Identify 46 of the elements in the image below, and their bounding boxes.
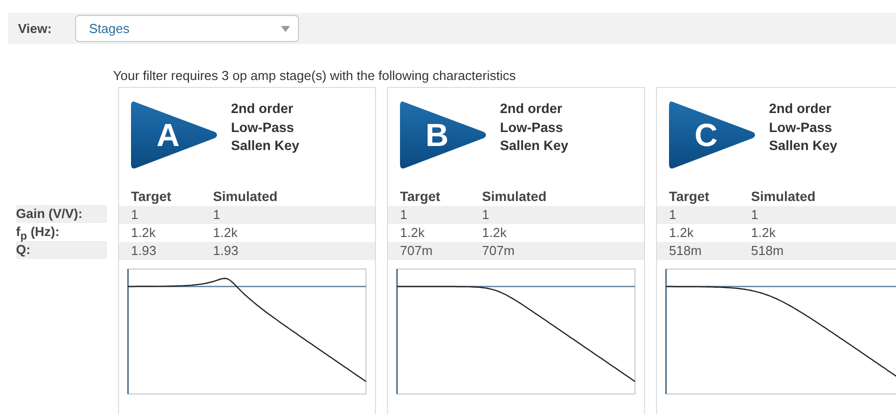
column-header: Target xyxy=(669,188,710,206)
table-cell-text: 1 xyxy=(669,206,678,224)
amplifier-icon xyxy=(131,100,219,170)
table-cell-text: 1.2k xyxy=(751,224,777,242)
table-cell-text: 1 xyxy=(482,206,490,224)
table-cell-text: 1.2k xyxy=(669,224,695,242)
stage-title: Sallen Key xyxy=(231,137,300,155)
row-label: Gain (V/V): xyxy=(16,205,107,223)
table-cell-text: 1.2k xyxy=(482,224,508,242)
stage-title: Sallen Key xyxy=(769,137,838,155)
column-header: Simulated xyxy=(482,188,548,206)
column-header: Target xyxy=(131,188,172,206)
stage-title: 2nd order xyxy=(231,100,294,118)
table-cell-text: 707m xyxy=(400,242,434,260)
stage-letter: A xyxy=(155,117,181,154)
amplifier-icon xyxy=(669,100,757,170)
view-select[interactable]: Stages xyxy=(75,15,299,42)
table-cell-text: 1 xyxy=(400,206,408,224)
table-cell-text: 1.2k xyxy=(131,224,157,242)
table-cell-text: 1.2k xyxy=(213,224,239,242)
amplifier-icon xyxy=(400,100,488,170)
column-header: Simulated xyxy=(213,188,279,206)
stage-title: Low-Pass xyxy=(769,118,834,136)
column-header: Target xyxy=(400,188,442,206)
stage-title: 2nd order xyxy=(500,100,564,118)
table-cell-text: 518m xyxy=(669,242,703,260)
stage-letter: C xyxy=(693,117,719,154)
table-cell-text: 1 xyxy=(213,206,222,224)
stage-title: Low-Pass xyxy=(231,118,296,136)
table-cell-text: 707m xyxy=(482,242,516,260)
intro-text: Your filter requires 3 op amp stage(s) with the following characteristics xyxy=(113,68,517,83)
table-cell-text: 1 xyxy=(751,206,760,224)
caret-icon xyxy=(281,26,290,32)
column-header: Simulated xyxy=(751,188,817,206)
table-cell-text: 1 xyxy=(131,206,140,224)
table-cell-text: 1.93 xyxy=(213,242,240,260)
stage-title: Sallen Key xyxy=(500,137,568,155)
row-label: f$_{p}$ (Hz): xyxy=(16,223,60,241)
view-label: View: xyxy=(18,21,53,36)
stage-letter: B xyxy=(424,117,450,154)
table-cell-text: 1.2k xyxy=(400,224,426,242)
table-cell-text: 1.93 xyxy=(131,242,158,260)
stage-title: 2nd order xyxy=(769,100,832,118)
stage-title: Low-Pass xyxy=(500,118,564,136)
table-cell-text: 518m xyxy=(751,242,785,260)
row-label: Q: xyxy=(16,241,107,259)
